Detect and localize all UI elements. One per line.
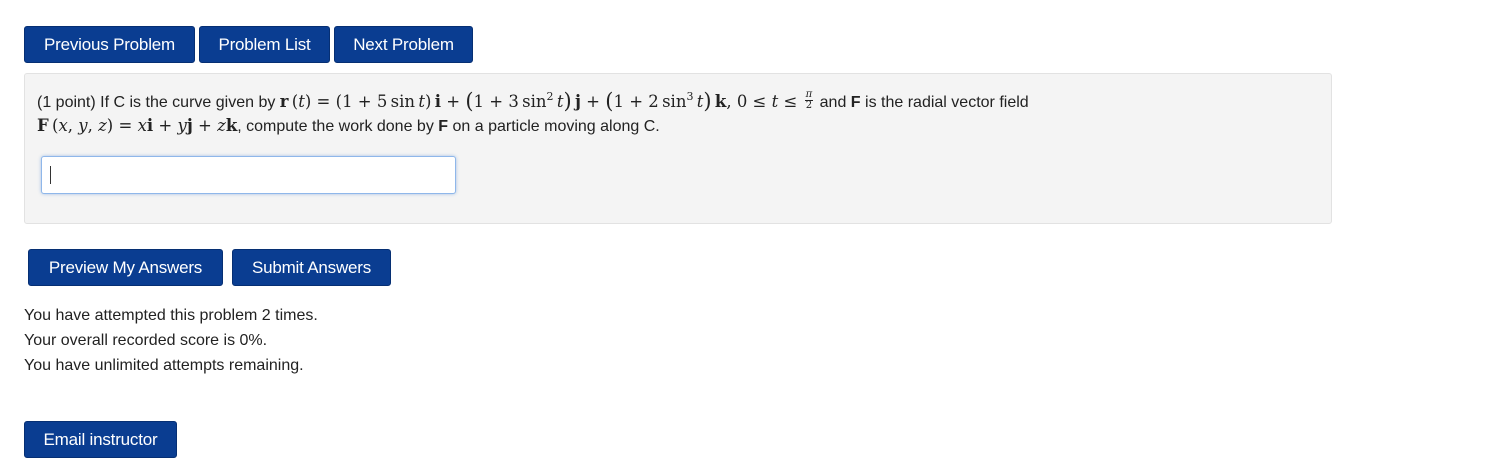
- problem-points: (1 point): [37, 94, 96, 111]
- problem-box: (1 point) If C is the curve given by r (…: [24, 73, 1332, 224]
- problem-list-button[interactable]: Problem List: [199, 26, 330, 63]
- problem-intro: If C is the curve given by: [100, 94, 276, 111]
- attempts-text: You have attempted this problem 2 times.: [24, 307, 318, 324]
- text-cursor: [50, 166, 51, 184]
- answer-input[interactable]: [41, 156, 456, 194]
- field-formula: F (x, y, z) = xi + yj + zk: [37, 116, 238, 135]
- previous-problem-button[interactable]: Previous Problem: [24, 26, 195, 63]
- remaining-text: You have unlimited attempts remaining.: [24, 357, 304, 374]
- field-symbol: F: [850, 94, 861, 111]
- email-instructor-button[interactable]: Email instructor: [24, 421, 177, 458]
- problem-statement-line-1: (1 point) If C is the curve given by r (…: [37, 88, 1029, 113]
- problem-end-text: on a particle moving along C.: [452, 118, 660, 135]
- problem-work-text: , compute the work done by: [237, 118, 434, 135]
- problem-statement-line-2: F (x, y, z) = xi + yj + zk, compute the …: [37, 116, 660, 136]
- field-symbol-2: F: [438, 118, 449, 135]
- score-text: Your overall recorded score is 0%.: [24, 332, 268, 349]
- problem-radial-text: is the radial vector field: [865, 94, 1029, 111]
- preview-answers-button[interactable]: Preview My Answers: [28, 249, 223, 286]
- problem-and-text: and: [819, 94, 847, 111]
- next-problem-button[interactable]: Next Problem: [334, 26, 473, 63]
- submit-answers-button[interactable]: Submit Answers: [232, 249, 391, 286]
- curve-formula: r (t) = (1 + 5 sin t) i + (1 + 3 sin2 t)…: [279, 89, 814, 113]
